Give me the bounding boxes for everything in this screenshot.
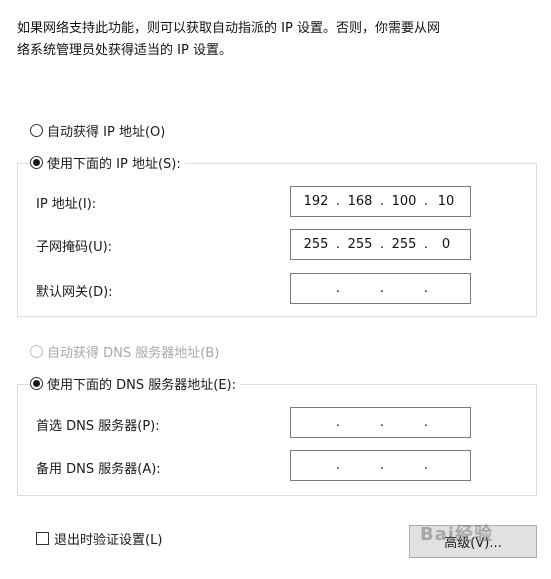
ip-dot: .: [379, 458, 385, 473]
ip-dot: .: [423, 458, 429, 473]
manual-ip-label: 使用下面的 IP 地址(S):: [47, 156, 181, 172]
auto-ip-label: 自动获得 IP 地址(O): [47, 124, 166, 140]
alternate-dns-label: 备用 DNS 服务器(A):: [36, 462, 161, 477]
ip-dot: .: [379, 237, 385, 252]
validate-option[interactable]: 退出时验证设置(L): [36, 528, 167, 548]
validate-checkbox[interactable]: [36, 531, 49, 545]
preferred-dns-label: 首选 DNS 服务器(P):: [36, 419, 160, 434]
ip-dot: .: [335, 415, 341, 430]
description-line-2: 络系统管理员处获得适当的 IP 设置。: [17, 43, 232, 58]
subnet-mask-field[interactable]: 255 . 255 . 255 . 0: [290, 229, 471, 260]
preferred-dns-field[interactable]: . . .: [290, 407, 471, 438]
ip-dot: .: [423, 415, 429, 430]
ip-dot: .: [335, 237, 341, 252]
subnet-mask-label: 子网掩码(U):: [36, 240, 113, 255]
ip-address-label: IP 地址(I):: [36, 197, 97, 212]
ip-dot: .: [379, 415, 385, 430]
ip-dot: .: [379, 281, 385, 296]
description-line-1: 如果网络支持此功能，则可以获取自动指派的 IP 设置。否则，你需要从网: [17, 21, 440, 36]
ip-octet-1[interactable]: 192: [301, 194, 331, 209]
ip-dot: .: [423, 237, 429, 252]
alternate-dns-field[interactable]: . . .: [290, 450, 471, 481]
mask-octet-3[interactable]: 255: [389, 237, 419, 252]
validate-label: 退出时验证设置(L): [54, 532, 163, 548]
description-text: 如果网络支持此功能，则可以获取自动指派的 IP 设置。否则，你需要从网 络系统管…: [17, 18, 537, 62]
manual-dns-option[interactable]: 使用下面的 DNS 服务器地址(E):: [30, 373, 240, 393]
ip-dot: .: [423, 194, 429, 209]
ip-dot: .: [379, 194, 385, 209]
manual-dns-radio[interactable]: [30, 376, 43, 390]
gateway-label: 默认网关(D):: [36, 285, 113, 300]
ip-dot: .: [335, 281, 341, 296]
ip-address-field[interactable]: 192 . 168 . 100 . 10: [290, 186, 471, 217]
ip-dot: .: [335, 194, 341, 209]
mask-octet-4[interactable]: 0: [433, 237, 459, 252]
auto-dns-option[interactable]: 自动获得 DNS 服务器地址(B): [30, 341, 224, 361]
mask-octet-2[interactable]: 255: [345, 237, 375, 252]
manual-dns-label: 使用下面的 DNS 服务器地址(E):: [47, 377, 236, 393]
watermark-text: Bai经验: [420, 524, 494, 545]
auto-ip-option[interactable]: 自动获得 IP 地址(O): [30, 120, 170, 140]
ip-dot: .: [423, 281, 429, 296]
ip-dot: .: [335, 458, 341, 473]
ip-octet-2[interactable]: 168: [345, 194, 375, 209]
ip-octet-4[interactable]: 10: [433, 194, 459, 209]
ip-octet-3[interactable]: 100: [389, 194, 419, 209]
gateway-field[interactable]: . . .: [290, 273, 471, 304]
auto-dns-radio[interactable]: [30, 344, 43, 358]
manual-ip-option[interactable]: 使用下面的 IP 地址(S):: [30, 152, 185, 172]
watermark-logo: Bai经验: [420, 520, 493, 546]
mask-octet-1[interactable]: 255: [301, 237, 331, 252]
auto-ip-radio[interactable]: [30, 123, 43, 137]
auto-dns-label: 自动获得 DNS 服务器地址(B): [47, 345, 220, 361]
manual-ip-radio[interactable]: [30, 155, 43, 169]
